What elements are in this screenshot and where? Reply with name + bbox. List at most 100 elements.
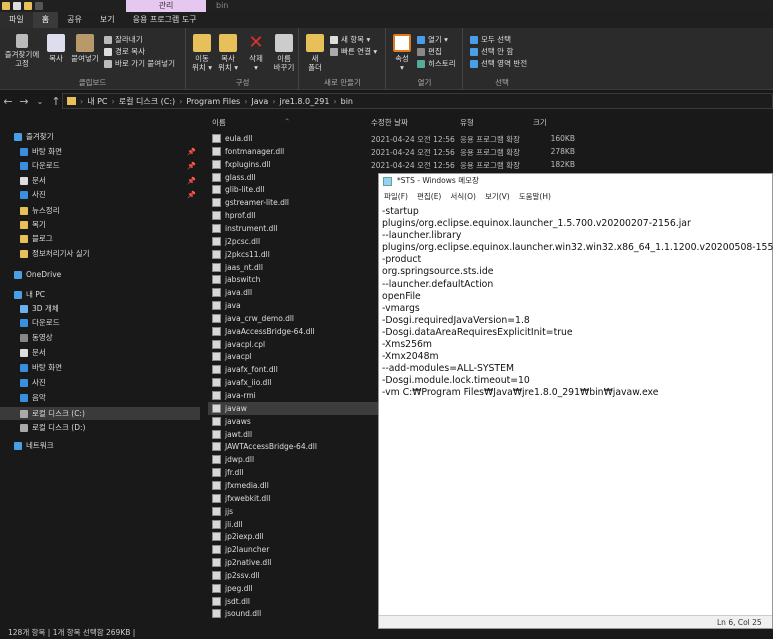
invert-selection-button[interactable]: 선택 영역 반전 [470, 58, 527, 69]
manage-contextual-tab[interactable]: 관리 [126, 0, 206, 12]
file-name: jsdt.dll [225, 596, 251, 606]
menu-file[interactable]: 파일(F) [384, 191, 408, 203]
new-group-label: 새로 만들기 [324, 78, 361, 87]
rename-button[interactable]: 이름 바꾸기 [271, 34, 297, 72]
paste-shortcut-button[interactable]: 바로 가기 붙여넣기 [104, 58, 175, 69]
column-header-modified[interactable]: 수정한 날짜 [371, 117, 408, 128]
nav-item[interactable]: 음악 [0, 391, 200, 404]
new-folder-icon[interactable] [24, 2, 32, 10]
paste-button[interactable]: 붙여넣기 [69, 34, 101, 63]
file-row[interactable]: fxplugins.dll 2021-04-24 오전 12:56 응용 프로그램 … [208, 158, 773, 171]
file-icon [212, 596, 221, 606]
pc-icon [14, 290, 22, 299]
nav-item[interactable]: 바탕 화면 [0, 361, 200, 374]
notepad-window[interactable]: *STS - Windows 메모장 파일(F) 편집(E) 서식(O) 보기(… [378, 173, 773, 629]
column-header-name[interactable]: 이름 [212, 117, 226, 128]
nav-item[interactable]: 로컬 디스크 (D:) [0, 421, 200, 434]
breadcrumb-item[interactable]: 로컬 디스크 (C:) [119, 96, 175, 107]
back-button[interactable]: ← [0, 95, 16, 108]
nav-item-label: 사진 [32, 378, 46, 387]
file-icon [212, 223, 221, 233]
menu-edit[interactable]: 편집(E) [417, 191, 441, 203]
nav-item[interactable]: 복기 [0, 218, 200, 231]
new-item-icon [330, 35, 338, 44]
music-icon [20, 393, 28, 402]
nav-item[interactable]: 내 PC [0, 288, 200, 301]
forward-button[interactable]: → [16, 95, 32, 108]
notepad-text-area[interactable]: -startup plugins/org.eclipse.equinox.laun… [382, 206, 773, 614]
copy-to-button[interactable]: 복사 위치 ▾ [216, 34, 240, 72]
notepad-status-bar: Ln 6, Col 25 [379, 615, 772, 628]
tab-file[interactable]: 파일 [0, 12, 33, 28]
file-name: jaas_nt.dll [225, 262, 263, 272]
nav-item[interactable]: OneDrive [0, 268, 200, 281]
breadcrumb-item[interactable]: bin [341, 97, 353, 106]
tab-share[interactable]: 공유 [58, 12, 91, 28]
file-row[interactable]: fontmanager.dll 2021-04-24 오전 12:56 응용 프로그… [208, 145, 773, 158]
select-all-button[interactable]: 모두 선택 [470, 34, 511, 45]
breadcrumb-item[interactable]: Java [251, 97, 268, 106]
nav-item[interactable]: 블로그 [0, 232, 200, 245]
tab-home[interactable]: 홈 [32, 12, 59, 28]
file-name: fxplugins.dll [225, 159, 271, 169]
delete-button[interactable]: ✕ 삭제 ▾ [245, 34, 267, 73]
folder-icon [20, 206, 28, 215]
nav-item[interactable]: 다운로드 [0, 316, 200, 329]
nav-item[interactable]: 로컬 디스크 (C:) [0, 407, 200, 420]
breadcrumb-item[interactable]: 내 PC [87, 96, 107, 107]
history-button[interactable]: 히스토리 [417, 58, 456, 69]
nav-item[interactable]: 네트워크 [0, 439, 200, 452]
menu-format[interactable]: 서식(O) [450, 191, 476, 203]
pin-quick-access-button[interactable]: 즐겨찾기에 고정 [3, 34, 41, 68]
properties-icon[interactable] [13, 2, 21, 10]
column-header-type[interactable]: 유형 [460, 117, 474, 128]
recent-locations-button[interactable]: ⌄ [32, 97, 48, 106]
nav-item-label: 바탕 화면 [32, 363, 62, 372]
menu-help[interactable]: 도움말(H) [519, 191, 551, 203]
nav-item[interactable]: 사진 📌 [0, 188, 200, 201]
new-folder-button[interactable]: 새 폴더 [304, 34, 326, 72]
menu-view[interactable]: 보기(V) [485, 191, 510, 203]
nav-item-label: 문서 [32, 348, 46, 357]
select-none-button[interactable]: 선택 안 함 [470, 46, 513, 57]
new-item-button[interactable]: 새 항목 ▾ [330, 34, 370, 45]
chevron-down-icon[interactable] [35, 2, 43, 10]
breadcrumb-item[interactable]: Program Files [186, 97, 240, 106]
nav-item[interactable]: 문서 [0, 346, 200, 359]
nav-item[interactable]: 사진 [0, 376, 200, 389]
nav-item[interactable]: 3D 개체 [0, 302, 200, 315]
file-name: java_crw_demo.dll [225, 313, 295, 323]
breadcrumb[interactable]: › 내 PC › 로컬 디스크 (C:) › Program Files › J… [62, 93, 773, 109]
nav-item[interactable]: 즐겨찾기 [0, 130, 200, 143]
select-group-label: 선택 [495, 78, 509, 87]
file-name: java-rmi [225, 391, 256, 400]
pictures-icon [20, 378, 28, 387]
properties-button[interactable]: 속성 ▾ [391, 34, 413, 72]
nav-item[interactable]: 뉴스정리 [0, 204, 200, 217]
column-header-size[interactable]: 크기 [533, 117, 547, 128]
drive-icon [20, 409, 28, 418]
tab-view[interactable]: 보기 [91, 12, 124, 28]
open-button[interactable]: 열기 ▾ [417, 34, 448, 45]
file-name: jp2ssv.dll [225, 570, 260, 580]
text-line: -Dosgi.dataAreaRequiresExplicitInit=true [382, 326, 573, 338]
tab-app-tools[interactable]: 응용 프로그램 도구 [124, 12, 206, 28]
nav-item[interactable]: 문서 📌 [0, 174, 200, 187]
breadcrumb-item[interactable]: jre1.8.0_291 [280, 97, 330, 106]
move-to-button[interactable]: 이동 위치 ▾ [190, 34, 214, 72]
edit-button[interactable]: 편집 [417, 46, 442, 57]
nav-item[interactable]: 다운로드 📌 [0, 159, 200, 172]
open-group-label: 열기 [417, 78, 432, 87]
nav-item[interactable]: 동영상 [0, 331, 200, 344]
cut-button[interactable]: 잘라내기 [104, 34, 143, 45]
nav-item[interactable]: 정보처리기사 실기 [0, 247, 200, 260]
copy-button[interactable]: 복사 [45, 34, 67, 63]
file-icon [212, 468, 221, 478]
notepad-title-bar[interactable]: *STS - Windows 메모장 [379, 174, 772, 188]
easy-access-button[interactable]: 빠른 연결 ▾ [330, 46, 377, 57]
folder-icon [20, 234, 28, 243]
nav-item[interactable]: 바탕 화면 📌 [0, 145, 200, 158]
file-row[interactable]: eula.dll 2021-04-24 오전 12:56 응용 프로그램 확장 160… [208, 132, 773, 145]
copy-path-button[interactable]: 경로 복사 [104, 46, 145, 57]
scissors-icon [104, 35, 112, 44]
